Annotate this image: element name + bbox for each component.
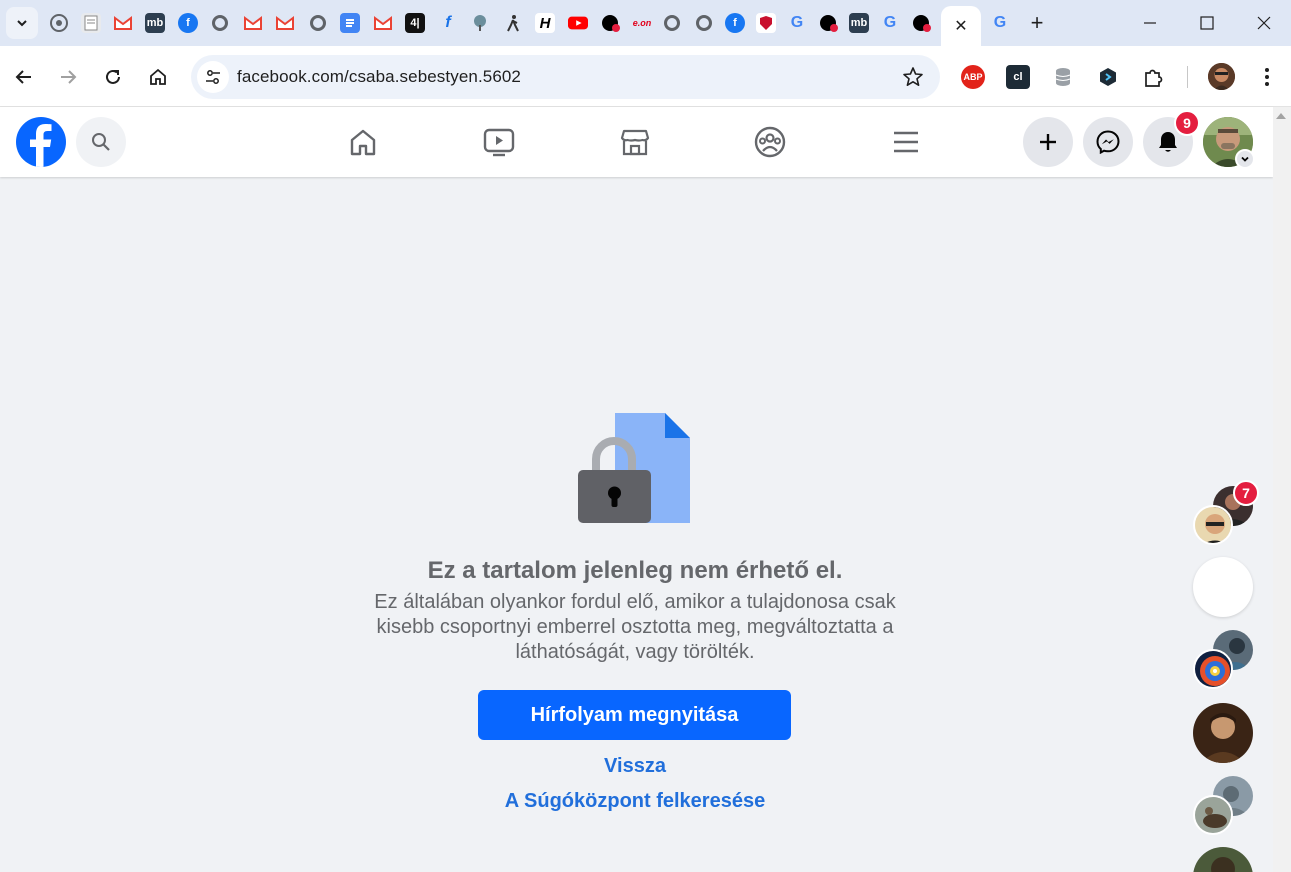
unavailable-description: Ez általában olyankor fordul elő, amikor… (374, 591, 896, 663)
notifications-count-badge: 9 (1174, 110, 1200, 136)
plus-icon: + (1030, 10, 1044, 35)
url-text[interactable]: facebook.com/csaba.sebestyen.5602 (237, 67, 521, 87)
mb-icon[interactable]: mb (145, 13, 165, 33)
hex-extension-icon[interactable] (1096, 65, 1120, 89)
h-icon[interactable]: H (535, 13, 555, 33)
back-link[interactable]: Vissza (300, 755, 970, 778)
chrome-icon[interactable] (49, 13, 69, 33)
reload-icon (106, 69, 120, 84)
nav-video-button[interactable] (481, 124, 517, 160)
google-icon[interactable]: G (787, 13, 807, 33)
facebook-icon[interactable]: f (178, 13, 198, 33)
locked-content-illustration (578, 413, 690, 523)
marketplace-icon (620, 129, 650, 156)
gmail-icon[interactable] (275, 13, 295, 33)
chat-head-blank[interactable] (1193, 557, 1253, 617)
youtube-icon[interactable] (568, 13, 588, 33)
tree-icon[interactable] (470, 13, 490, 33)
gmail-icon[interactable] (113, 13, 133, 33)
arrow-right-icon (61, 70, 77, 84)
address-bar[interactable]: facebook.com/csaba.sebestyen.5602 (191, 55, 940, 99)
gmail-icon[interactable] (243, 13, 263, 33)
page-scrollbar[interactable] (1273, 107, 1291, 872)
browser-toolbar: facebook.com/csaba.sebestyen.5602 ABP cl (0, 46, 1291, 107)
cl-extension-icon[interactable]: cl (1006, 65, 1030, 89)
chevron-down-icon (17, 20, 27, 27)
scroll-up-arrow-icon[interactable] (1276, 113, 1286, 119)
f-icon[interactable]: f (438, 13, 458, 33)
bookmark-star-icon[interactable] (902, 66, 924, 93)
nav-groups-button[interactable] (752, 124, 788, 160)
messenger-button[interactable] (1083, 117, 1133, 167)
plus-icon (1040, 134, 1056, 150)
bell-icon (1159, 132, 1177, 152)
home-button[interactable] (143, 62, 173, 92)
facebook-logo[interactable] (16, 117, 66, 167)
chat-unread-badge: 7 (1233, 480, 1259, 506)
messenger-icon (1096, 130, 1120, 154)
active-tab[interactable]: ✕ (941, 6, 981, 46)
dot-icon[interactable] (911, 13, 931, 33)
hamburger-icon (894, 131, 918, 153)
close-tab-icon[interactable]: ✕ (954, 16, 967, 36)
globe-icon[interactable] (210, 13, 230, 33)
dot-icon[interactable] (600, 13, 620, 33)
facebook-top-bar (0, 107, 1273, 177)
facebook-icon[interactable]: f (725, 13, 745, 33)
help-center-link[interactable]: A Súgóközpont felkeresése (300, 790, 970, 813)
chat-head-group2-avatar-front[interactable] (1193, 649, 1233, 689)
chat-head-partial[interactable] (1193, 847, 1253, 872)
facebook-search-button[interactable] (76, 117, 126, 167)
gmail-icon[interactable] (373, 13, 393, 33)
eon-icon[interactable]: e.on (631, 13, 653, 33)
new-tab-button[interactable]: + (1026, 10, 1048, 35)
google-icon[interactable]: G (880, 13, 900, 33)
chrome-menu-button[interactable] (1252, 62, 1282, 92)
facebook-f-icon (30, 124, 52, 167)
home-icon (150, 68, 166, 85)
site-info-button[interactable] (197, 61, 229, 93)
nav-marketplace-button[interactable] (617, 124, 653, 160)
444-icon[interactable]: 4| (405, 13, 425, 33)
nav-menu-button[interactable] (888, 124, 924, 160)
docs-icon[interactable] (340, 13, 360, 33)
home-icon (350, 129, 376, 156)
globe-icon[interactable] (662, 13, 682, 33)
globe-icon[interactable] (694, 13, 714, 33)
search-icon (92, 133, 110, 151)
google-icon[interactable]: G (990, 13, 1010, 33)
back-button[interactable] (9, 62, 39, 92)
profile-avatar[interactable] (1208, 63, 1235, 90)
globe-icon[interactable] (308, 13, 328, 33)
adblock-plus-icon[interactable]: ABP (961, 65, 985, 89)
reload-button[interactable] (98, 62, 128, 92)
chat-head-group3-avatar-front[interactable] (1193, 795, 1233, 835)
video-icon (483, 128, 515, 157)
chat-head-group-avatar-front[interactable] (1193, 505, 1233, 545)
mb-icon[interactable]: mb (849, 13, 869, 33)
groups-icon (754, 126, 786, 158)
chat-head-person[interactable] (1193, 703, 1253, 763)
close-window-button[interactable] (1251, 10, 1277, 36)
nav-home-button[interactable] (345, 124, 381, 160)
forward-button[interactable] (53, 62, 83, 92)
create-button[interactable] (1023, 117, 1073, 167)
document-icon[interactable] (81, 13, 101, 33)
minimize-button[interactable] (1137, 10, 1163, 36)
arrow-left-icon (15, 70, 31, 84)
open-feed-button[interactable]: Hírfolyam megnyitása (478, 690, 791, 740)
walker-icon[interactable] (503, 13, 523, 33)
maximize-button[interactable] (1194, 10, 1220, 36)
extensions-puzzle-icon[interactable] (1141, 65, 1165, 89)
account-chevron-down-icon[interactable] (1235, 149, 1255, 169)
tab-search-button[interactable] (6, 7, 38, 39)
shield-icon[interactable] (756, 13, 776, 33)
more-vertical-icon (1265, 68, 1269, 86)
toolbar-divider (1187, 66, 1188, 88)
tune-icon (206, 70, 220, 84)
unavailable-title: Ez a tartalom jelenleg nem érhető el. (427, 557, 843, 584)
database-extension-icon[interactable] (1051, 65, 1075, 89)
browser-tab-strip: mb f 4| f H e.on f G mb G ✕ G + (0, 0, 1291, 46)
dot-icon[interactable] (818, 13, 838, 33)
